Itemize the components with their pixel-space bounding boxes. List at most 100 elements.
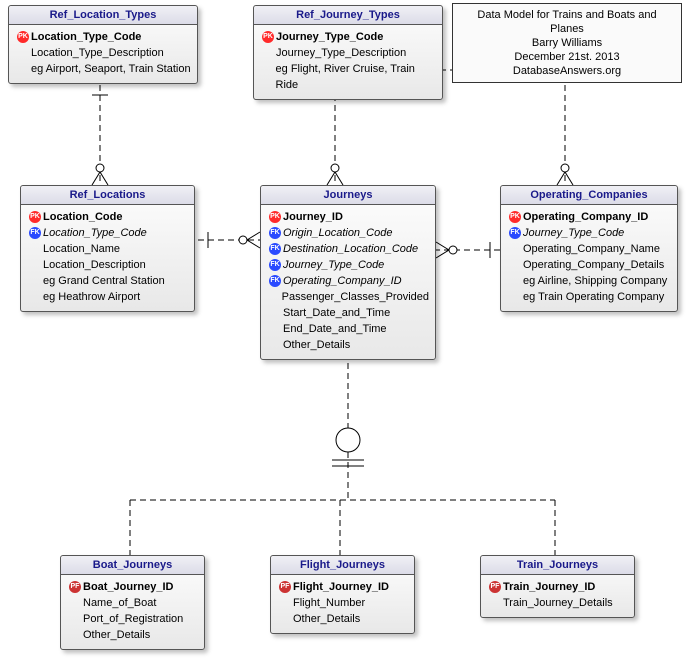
key-icon-slot: FK: [27, 227, 43, 239]
pf-key-icon: PF: [279, 581, 291, 593]
attribute-text: Port_of_Registration: [83, 611, 183, 627]
key-icon-slot: FK: [267, 243, 283, 255]
attribute-row: FKLocation_Type_Code: [27, 225, 188, 241]
attribute-row: eg Train Operating Company: [507, 289, 671, 305]
diagram-note: Data Model for Trains and Boats and Plan…: [452, 3, 682, 83]
entity-body: PFBoat_Journey_IDName_of_BoatPort_of_Reg…: [61, 575, 204, 649]
key-icon-slot: PK: [507, 211, 523, 223]
entity-title: Journeys: [261, 186, 435, 205]
attribute-text: Name_of_Boat: [83, 595, 156, 611]
attribute-text: Journey_Type_Description: [276, 45, 406, 61]
attribute-text: Origin_Location_Code: [283, 225, 392, 241]
attribute-text: Train_Journey_Details: [503, 595, 613, 611]
attribute-row: PFFlight_Journey_ID: [277, 579, 408, 595]
entity-operating-companies: Operating_Companies PKOperating_Company_…: [500, 185, 678, 312]
key-icon-slot: FK: [507, 227, 523, 239]
primary-key-icon: PK: [29, 211, 41, 223]
entity-title: Train_Journeys: [481, 556, 634, 575]
attribute-text: End_Date_and_Time: [283, 321, 387, 337]
attribute-row: PKJourney_ID: [267, 209, 429, 225]
attribute-text: Location_Description: [43, 257, 146, 273]
attribute-row: Location_Name: [27, 241, 188, 257]
entity-train-journeys: Train_Journeys PFTrain_Journey_IDTrain_J…: [480, 555, 635, 618]
entity-body: PKJourney_IDFKOrigin_Location_CodeFKDest…: [261, 205, 435, 359]
entity-title: Ref_Journey_Types: [254, 6, 442, 25]
foreign-key-icon: FK: [269, 243, 281, 255]
note-line: DatabaseAnswers.org: [461, 64, 673, 78]
pf-key-icon: PF: [489, 581, 501, 593]
attribute-row: Location_Description: [27, 257, 188, 273]
attribute-row: eg Airline, Shipping Company: [507, 273, 671, 289]
attribute-row: Location_Type_Description: [15, 45, 191, 61]
attribute-text: Location_Type_Code: [43, 225, 147, 241]
attribute-text: Journey_Type_Code: [523, 225, 624, 241]
attribute-row: PFBoat_Journey_ID: [67, 579, 198, 595]
note-line: Data Model for Trains and Boats and Plan…: [461, 8, 673, 36]
foreign-key-icon: FK: [269, 275, 281, 287]
note-line: Barry Williams: [461, 36, 673, 50]
key-icon-slot: FK: [267, 259, 283, 271]
entity-body: PKOperating_Company_IDFKJourney_Type_Cod…: [501, 205, 677, 311]
attribute-row: Flight_Number: [277, 595, 408, 611]
entity-body: PFTrain_Journey_IDTrain_Journey_Details: [481, 575, 634, 617]
attribute-row: FKJourney_Type_Code: [507, 225, 671, 241]
key-icon-slot: PF: [277, 581, 293, 593]
attribute-row: FKOperating_Company_ID: [267, 273, 429, 289]
attribute-row: Train_Journey_Details: [487, 595, 628, 611]
primary-key-icon: PK: [269, 211, 281, 223]
attribute-row: eg Heathrow Airport: [27, 289, 188, 305]
attribute-row: PKLocation_Type_Code: [15, 29, 191, 45]
attribute-row: Other_Details: [67, 627, 198, 643]
attribute-text: Journey_ID: [283, 209, 343, 225]
attribute-text: Start_Date_and_Time: [283, 305, 390, 321]
attribute-text: Location_Type_Code: [31, 29, 141, 45]
entity-title: Flight_Journeys: [271, 556, 414, 575]
key-icon-slot: PK: [15, 31, 31, 43]
attribute-text: eg Grand Central Station: [43, 273, 165, 289]
attribute-text: Journey_Type_Code: [283, 257, 384, 273]
attribute-text: Train_Journey_ID: [503, 579, 595, 595]
entity-boat-journeys: Boat_Journeys PFBoat_Journey_IDName_of_B…: [60, 555, 205, 650]
attribute-text: Other_Details: [283, 337, 350, 353]
attribute-row: eg Flight, River Cruise, Train Ride: [260, 61, 436, 93]
key-icon-slot: PK: [27, 211, 43, 223]
attribute-row: FKJourney_Type_Code: [267, 257, 429, 273]
attribute-text: eg Airport, Seaport, Train Station: [31, 61, 191, 77]
entity-ref-location-types: Ref_Location_Types PKLocation_Type_CodeL…: [8, 5, 198, 84]
note-line: December 21st. 2013: [461, 50, 673, 64]
primary-key-icon: PK: [262, 31, 274, 43]
attribute-text: Journey_Type_Code: [276, 29, 383, 45]
primary-key-icon: PK: [509, 211, 521, 223]
primary-key-icon: PK: [17, 31, 29, 43]
foreign-key-icon: FK: [269, 227, 281, 239]
attribute-text: Operating_Company_Details: [523, 257, 664, 273]
attribute-text: eg Airline, Shipping Company: [523, 273, 667, 289]
attribute-text: eg Flight, River Cruise, Train Ride: [276, 61, 436, 93]
attribute-text: Flight_Journey_ID: [293, 579, 389, 595]
key-icon-slot: PF: [487, 581, 503, 593]
attribute-row: Port_of_Registration: [67, 611, 198, 627]
attribute-row: Operating_Company_Details: [507, 257, 671, 273]
entity-body: PKJourney_Type_CodeJourney_Type_Descript…: [254, 25, 442, 99]
attribute-row: PKLocation_Code: [27, 209, 188, 225]
entity-title: Boat_Journeys: [61, 556, 204, 575]
attribute-row: PFTrain_Journey_ID: [487, 579, 628, 595]
key-icon-slot: PK: [267, 211, 283, 223]
key-icon-slot: PF: [67, 581, 83, 593]
attribute-text: Location_Code: [43, 209, 122, 225]
attribute-row: Other_Details: [267, 337, 429, 353]
attribute-text: Passenger_Classes_Provided: [282, 289, 429, 305]
attribute-row: Passenger_Classes_Provided: [267, 289, 429, 305]
attribute-text: Location_Type_Description: [31, 45, 164, 61]
entity-body: PKLocation_Type_CodeLocation_Type_Descri…: [9, 25, 197, 83]
foreign-key-icon: FK: [29, 227, 41, 239]
attribute-row: PKJourney_Type_Code: [260, 29, 436, 45]
key-icon-slot: FK: [267, 227, 283, 239]
attribute-text: Flight_Number: [293, 595, 365, 611]
pf-key-icon: PF: [69, 581, 81, 593]
attribute-text: Other_Details: [293, 611, 360, 627]
attribute-row: eg Airport, Seaport, Train Station: [15, 61, 191, 77]
entity-ref-locations: Ref_Locations PKLocation_CodeFKLocation_…: [20, 185, 195, 312]
foreign-key-icon: FK: [269, 259, 281, 271]
entity-body: PKLocation_CodeFKLocation_Type_CodeLocat…: [21, 205, 194, 311]
